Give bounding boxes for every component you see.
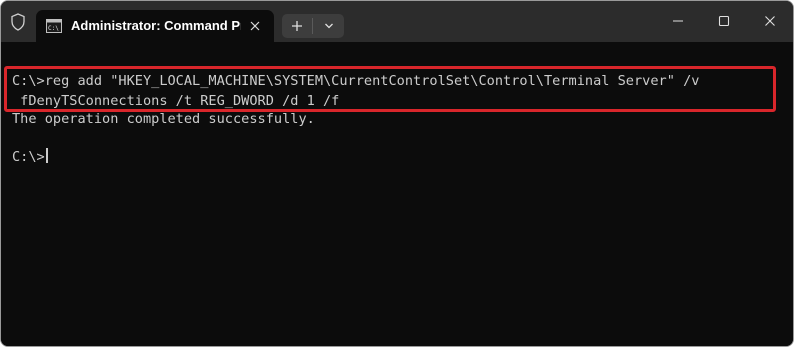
- terminal-output[interactable]: C:\>reg add "HKEY_LOCAL_MACHINE\SYSTEM\C…: [1, 42, 793, 346]
- cmd-icon: C:\: [46, 19, 62, 33]
- text-cursor: [45, 148, 48, 163]
- close-icon: [250, 21, 260, 31]
- tab-command-prompt[interactable]: C:\ Administrator: Command Pro: [36, 10, 274, 42]
- plus-icon: [292, 21, 302, 31]
- svg-text:C:\: C:\: [48, 25, 59, 32]
- close-icon: [765, 16, 775, 26]
- tab-dropdown-button[interactable]: [313, 14, 344, 38]
- success-message: The operation completed successfully.: [12, 111, 315, 127]
- prompt-line[interactable]: C:\>: [12, 147, 48, 167]
- tab-close-button[interactable]: [245, 16, 265, 36]
- chevron-down-icon: [324, 23, 333, 29]
- command-highlight-box: [4, 66, 776, 112]
- close-button[interactable]: [747, 5, 793, 37]
- terminal-window: C:\ Administrator: Command Pro C:\>reg a…: [0, 0, 794, 347]
- minimize-button[interactable]: [655, 5, 701, 37]
- maximize-icon: [718, 15, 730, 27]
- new-tab-group: [282, 14, 344, 38]
- minimize-icon: [673, 20, 683, 22]
- tab-title: Administrator: Command Pro: [71, 18, 241, 33]
- new-tab-button[interactable]: [282, 14, 312, 38]
- shield-icon: [8, 12, 28, 32]
- maximize-button[interactable]: [701, 5, 747, 37]
- prompt: C:\>: [12, 149, 45, 165]
- title-bar[interactable]: C:\ Administrator: Command Pro: [1, 1, 793, 42]
